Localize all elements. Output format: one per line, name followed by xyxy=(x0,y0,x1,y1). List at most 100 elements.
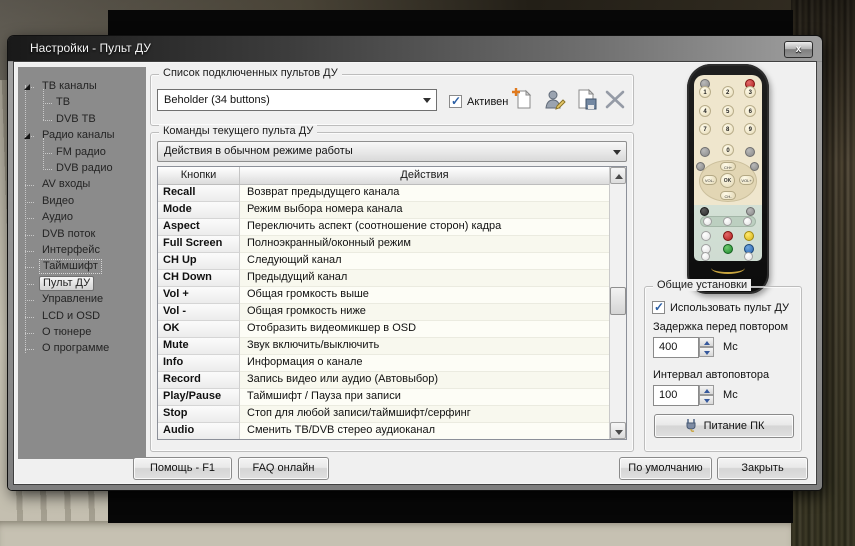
chevron-down-icon[interactable] xyxy=(613,150,621,155)
action-cell[interactable]: Таймшифт / Пауза при записи xyxy=(240,389,609,406)
table-row[interactable]: StopСтоп для любой записи/таймшифт/серфи… xyxy=(158,406,609,423)
button-cell[interactable]: Info xyxy=(158,355,240,372)
sidebar-item-label: Видео xyxy=(39,194,77,209)
table-row[interactable]: Play/PauseТаймшифт / Пауза при записи xyxy=(158,389,609,406)
button-cell[interactable]: Record xyxy=(158,372,240,389)
tree-expanded-icon[interactable] xyxy=(24,133,30,139)
action-cell[interactable]: Запись видео или аудио (Автовыбор) xyxy=(240,372,609,389)
repeat-delay-input[interactable]: 400 xyxy=(653,337,699,358)
action-cell[interactable]: Отобразить видеомикшер в OSD xyxy=(240,321,609,338)
sidebar-item-о-тюнере[interactable]: О тюнере xyxy=(18,325,144,341)
sidebar-item-dvb-радио[interactable]: DVB радио xyxy=(18,161,144,177)
table-row[interactable]: MuteЗвук включить/выключить xyxy=(158,338,609,355)
sidebar-item-dvb-поток[interactable]: DVB поток xyxy=(18,227,144,243)
new-remote-icon[interactable] xyxy=(511,87,535,111)
spin-up-icon[interactable] xyxy=(699,337,714,347)
button-cell[interactable]: Full Screen xyxy=(158,236,240,253)
button-cell[interactable]: CH Down xyxy=(158,270,240,287)
table-row[interactable]: Vol +Общая громкость выше xyxy=(158,287,609,304)
button-cell[interactable]: Mode xyxy=(158,202,240,219)
delete-remote-icon[interactable] xyxy=(603,87,627,111)
remote-select-combobox[interactable]: Beholder (34 buttons) xyxy=(157,89,437,111)
mode-select-combobox[interactable]: Действия в обычном режиме работы xyxy=(157,141,627,162)
rename-remote-icon[interactable] xyxy=(543,87,567,111)
scroll-down-icon[interactable] xyxy=(610,422,626,439)
repeat-interval-input[interactable]: 100 xyxy=(653,385,699,406)
spin-down-icon[interactable] xyxy=(699,347,714,357)
action-cell[interactable]: Общая громкость выше xyxy=(240,287,609,304)
defaults-button[interactable]: По умолчанию xyxy=(619,457,712,480)
close-dialog-button[interactable]: Закрыть xyxy=(717,457,808,480)
active-checkbox[interactable] xyxy=(449,95,462,108)
table-row[interactable]: CH DownПредыдущий канал xyxy=(158,270,609,287)
button-cell[interactable]: Vol + xyxy=(158,287,240,304)
sidebar-item-lcd-и-osd[interactable]: LCD и OSD xyxy=(18,309,144,325)
sidebar-item-тв[interactable]: ТВ xyxy=(18,95,144,111)
action-cell[interactable]: Стоп для любой записи/таймшифт/серфинг xyxy=(240,406,609,423)
action-cell[interactable]: Звук включить/выключить xyxy=(240,338,609,355)
button-cell[interactable]: Aspect xyxy=(158,219,240,236)
sidebar-item-av-входы[interactable]: AV входы xyxy=(18,177,144,193)
sidebar-item-аудио[interactable]: Аудио xyxy=(18,210,144,226)
use-remote-checkbox[interactable] xyxy=(652,301,665,314)
sidebar-item-тв-каналы[interactable]: ТВ каналы xyxy=(18,79,144,95)
titlebar[interactable]: Настройки - Пульт ДУ x xyxy=(8,36,822,61)
table-row[interactable]: ModeРежим выбора номера канала xyxy=(158,202,609,219)
spin-up-icon[interactable] xyxy=(699,385,714,395)
remote-control-image: 123456789 0 CH+ VOL- OK VOL+ CH- xyxy=(687,64,769,294)
sidebar-item-dvb-тв[interactable]: DVB ТВ xyxy=(18,112,144,128)
action-cell[interactable]: Полноэкранный/оконный режим xyxy=(240,236,609,253)
button-cell[interactable]: Recall xyxy=(158,185,240,202)
action-cell[interactable]: Переключить аспект (соотношение сторон) … xyxy=(240,219,609,236)
sidebar-item-видео[interactable]: Видео xyxy=(18,194,144,210)
sidebar-item-fm-радио[interactable]: FM радио xyxy=(18,145,144,161)
button-cell[interactable]: OK xyxy=(158,321,240,338)
table-row[interactable]: OKОтобразить видеомикшер в OSD xyxy=(158,321,609,338)
remote-mode-button xyxy=(745,147,755,157)
sidebar-item-радио-каналы[interactable]: Радио каналы xyxy=(18,128,144,144)
remote-record-button xyxy=(703,217,712,226)
scrollbar-thumb[interactable] xyxy=(610,287,626,315)
spin-down-icon[interactable] xyxy=(699,395,714,405)
scroll-up-icon[interactable] xyxy=(610,167,626,184)
action-cell[interactable]: Предыдущий канал xyxy=(240,270,609,287)
button-cell[interactable]: Stop xyxy=(158,406,240,423)
sidebar-item-пульт-ду[interactable]: Пульт ДУ xyxy=(18,276,144,292)
sidebar-item-управление[interactable]: Управление xyxy=(18,292,144,308)
action-cell[interactable]: Возврат предыдущего канала xyxy=(240,185,609,202)
table-row[interactable]: Vol -Общая громкость ниже xyxy=(158,304,609,321)
save-remote-icon[interactable] xyxy=(575,87,599,111)
button-cell[interactable]: Audio xyxy=(158,423,240,439)
help-button[interactable]: Помощь - F1 xyxy=(133,457,232,480)
button-cell[interactable]: Mute xyxy=(158,338,240,355)
repeat-interval-stepper[interactable] xyxy=(699,385,714,406)
action-cell[interactable]: Сменить ТВ/DVB стерео аудиоканал xyxy=(240,423,609,439)
sidebar-item-о-программе[interactable]: О программе xyxy=(18,341,144,357)
table-row[interactable]: RecordЗапись видео или аудио (Автовыбор) xyxy=(158,372,609,389)
table-row[interactable]: AspectПереключить аспект (соотношение ст… xyxy=(158,219,609,236)
action-cell[interactable]: Следующий канал xyxy=(240,253,609,270)
sidebar-item-таймшифт[interactable]: Таймшифт xyxy=(18,259,144,275)
table-scrollbar[interactable] xyxy=(609,167,626,439)
action-cell[interactable]: Информация о канале xyxy=(240,355,609,372)
sidebar-item-label: Таймшифт xyxy=(39,259,102,274)
action-cell[interactable]: Общая громкость ниже xyxy=(240,304,609,321)
chevron-down-icon[interactable] xyxy=(423,98,431,103)
pc-power-button[interactable]: Питание ПК xyxy=(654,414,794,438)
table-row[interactable]: CH UpСледующий канал xyxy=(158,253,609,270)
column-header-actions[interactable]: Действия xyxy=(240,167,609,184)
table-row[interactable]: Full ScreenПолноэкранный/оконный режим xyxy=(158,236,609,253)
tree-expanded-icon[interactable] xyxy=(24,84,30,90)
sidebar-item-интерфейс[interactable]: Интерфейс xyxy=(18,243,144,259)
column-header-buttons[interactable]: Кнопки xyxy=(158,167,240,184)
button-cell[interactable]: CH Up xyxy=(158,253,240,270)
action-cell[interactable]: Режим выбора номера канала xyxy=(240,202,609,219)
close-button[interactable]: x xyxy=(784,41,813,58)
button-cell[interactable]: Play/Pause xyxy=(158,389,240,406)
table-row[interactable]: InfoИнформация о канале xyxy=(158,355,609,372)
table-row[interactable]: AudioСменить ТВ/DVB стерео аудиоканал xyxy=(158,423,609,439)
table-row[interactable]: RecallВозврат предыдущего канала xyxy=(158,185,609,202)
repeat-delay-stepper[interactable] xyxy=(699,337,714,358)
faq-button[interactable]: FAQ онлайн xyxy=(238,457,329,480)
button-cell[interactable]: Vol - xyxy=(158,304,240,321)
